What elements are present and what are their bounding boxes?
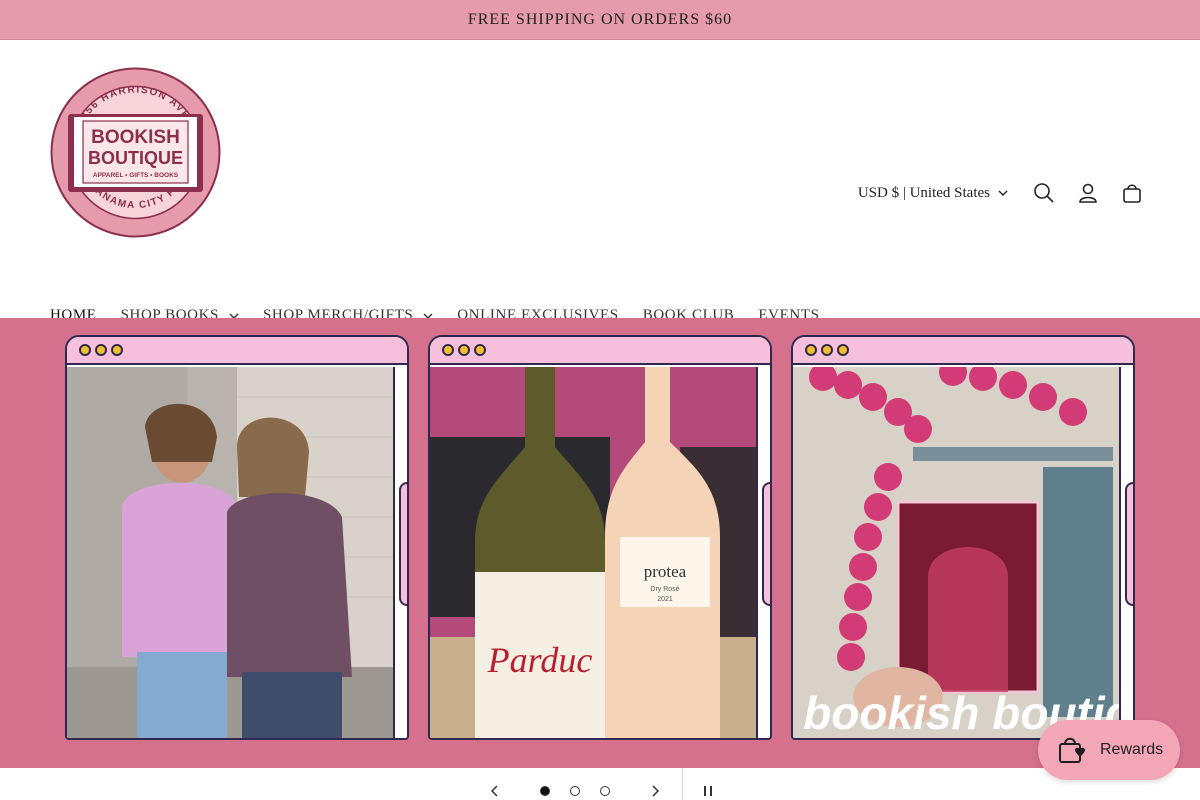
hero-panel-1 <box>65 335 409 740</box>
store-logo[interactable]: 456 HARRISON AVE PANAMA CITY FL BOOKISH … <box>50 67 221 238</box>
chevron-down-icon <box>998 190 1008 196</box>
hero-photo-books: bookish boutiq <box>793 367 1119 738</box>
svg-text:Parduc: Parduc <box>487 640 593 680</box>
currency-label: USD $ | United States <box>857 184 990 201</box>
cart-button[interactable] <box>1110 178 1154 208</box>
header-tools: USD $ | United States <box>858 178 1154 208</box>
slide-dot-3[interactable] <box>600 786 610 796</box>
svg-text:Dry Rosé: Dry Rosé <box>650 586 679 593</box>
window-bar <box>430 337 770 365</box>
site-header: 456 HARRISON AVE PANAMA CITY FL BOOKISH … <box>0 40 1200 323</box>
svg-text:BOOKISH: BOOKISH <box>91 127 180 148</box>
window-bar <box>793 337 1133 365</box>
svg-text:protea: protea <box>644 562 687 581</box>
announcement-bar: FREE SHIPPING ON ORDERS $60 <box>0 0 1200 40</box>
account-button[interactable] <box>1066 178 1110 208</box>
hero-photo-apparel <box>67 367 393 738</box>
window-bar <box>67 337 407 365</box>
hero-slideshow: Parduc protea Dry Rosé 2021 bookish bout… <box>0 318 1200 768</box>
hero-photo-wine: Parduc protea Dry Rosé 2021 <box>430 367 756 738</box>
search-button[interactable] <box>1022 178 1066 208</box>
rewards-bag-icon <box>1059 737 1085 763</box>
svg-text:APPAREL • GIFTS • BOOKS: APPAREL • GIFTS • BOOKS <box>93 172 179 179</box>
account-icon <box>1079 183 1097 203</box>
slideshow-controls <box>0 768 1200 800</box>
scrollbar-handle <box>399 482 407 606</box>
cart-icon <box>1123 184 1141 203</box>
search-icon <box>1034 183 1054 203</box>
scrollbar-handle <box>762 482 770 606</box>
scrollbar-handle <box>1125 482 1133 606</box>
rewards-label: Rewards <box>1100 741 1164 758</box>
announcement-text: FREE SHIPPING ON ORDERS $60 <box>467 10 733 28</box>
slide-dot-1[interactable] <box>540 786 550 796</box>
slide-dot-2[interactable] <box>570 786 580 796</box>
svg-text:2021: 2021 <box>657 596 673 603</box>
hero-panel-3: bookish boutiq <box>791 335 1135 740</box>
next-slide-button[interactable] <box>650 785 660 797</box>
hero-panel-2: Parduc protea Dry Rosé 2021 <box>428 335 772 740</box>
previous-slide-button[interactable] <box>490 785 500 797</box>
pause-slideshow-button[interactable] <box>703 785 713 797</box>
currency-selector[interactable]: USD $ | United States <box>858 185 1008 202</box>
rewards-launcher[interactable]: Rewards <box>1038 720 1180 780</box>
svg-text:BOUTIQUE: BOUTIQUE <box>88 148 183 168</box>
